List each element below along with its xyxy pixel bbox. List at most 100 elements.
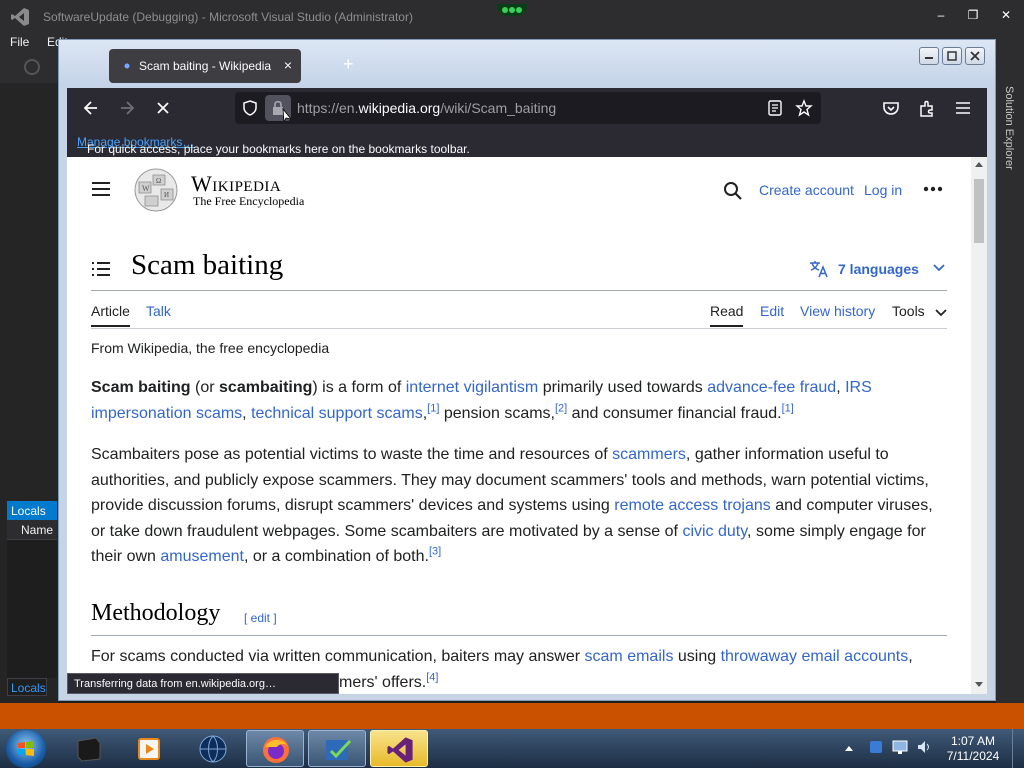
link-technical-support-scams[interactable]: technical support scams (251, 405, 423, 422)
log-in-link[interactable]: Log in (864, 182, 902, 198)
link-throwaway-email-accounts[interactable]: throwaway email accounts (721, 648, 909, 665)
table-of-contents-icon[interactable] (91, 261, 111, 277)
create-account-link[interactable]: Create account (759, 182, 854, 198)
text: mers' offers. (339, 673, 427, 691)
chevron-down-icon[interactable] (933, 263, 945, 273)
wordmark-text: Wikipedia (191, 171, 282, 196)
vs-window-title: SoftwareUpdate (Debugging) - Microsoft V… (43, 10, 413, 24)
firefox-maximize-button[interactable] (942, 47, 962, 65)
wikipedia-tagline: The Free Encyclopedia (193, 194, 305, 208)
link-civic-duty[interactable]: civic duty (682, 523, 747, 540)
tab-read[interactable]: Read (710, 303, 744, 327)
system-clock[interactable]: 1:07 AM 7/11/2024 (940, 734, 1006, 764)
taskbar-app-firefox[interactable] (246, 730, 304, 767)
text: Scambaiters pose as potential victims to… (91, 446, 613, 463)
tracking-protection-icon[interactable] (241, 99, 259, 117)
site-subtitle: From Wikipedia, the free encyclopedia (91, 340, 330, 356)
main-menu-icon[interactable] (91, 181, 111, 197)
menu-file[interactable]: File (10, 35, 29, 49)
vs-maximize-button[interactable]: ❐ (958, 5, 988, 25)
svg-text:И: И (164, 191, 169, 199)
tab-article[interactable]: Article (91, 303, 130, 327)
link-scammers[interactable]: scammers (612, 446, 686, 463)
link-scam-emails[interactable]: scam emails (585, 648, 674, 665)
languages-button[interactable]: 7 languages (838, 261, 919, 277)
pocket-icon[interactable] (881, 98, 901, 118)
link-remote-access-trojans[interactable]: remote access trojans (614, 497, 771, 514)
taskbar-app-terminal[interactable] (60, 730, 118, 767)
tab-talk[interactable]: Talk (146, 303, 171, 319)
back-arrow-icon[interactable] (81, 98, 101, 118)
page-title: Scam baiting (131, 249, 284, 281)
firefox-minimize-button[interactable] (919, 47, 939, 65)
section-divider (91, 635, 947, 636)
tab-view-history[interactable]: View history (800, 303, 875, 319)
firefox-window: Scam baiting - Wikipedia × + https://en.… (58, 39, 996, 701)
stop-loading-icon[interactable] (153, 98, 173, 118)
citation-link[interactable]: [1] (427, 402, 439, 414)
tab-edit[interactable]: Edit (760, 303, 784, 319)
vs-close-button[interactable]: ✕ (991, 5, 1021, 25)
windows-logo-icon (18, 741, 34, 756)
debug-indicator (497, 4, 527, 16)
citation-link[interactable]: [3] (429, 546, 441, 558)
firefox-icon (263, 737, 289, 763)
scroll-down-icon[interactable] (975, 682, 983, 688)
citation-link[interactable]: [1] (782, 402, 794, 414)
solution-explorer-tab[interactable]: Solution Explorer (1001, 86, 1015, 206)
taskbar-app-globe[interactable] (184, 730, 242, 767)
url-bar[interactable]: https://en.wikipedia.org/wiki/Scam_baiti… (235, 92, 821, 124)
bookmark-star-icon[interactable] (795, 99, 813, 117)
link-advance-fee-fraud[interactable]: advance-fee fraud (707, 379, 836, 396)
locals-bottom-tab[interactable]: Locals (7, 678, 47, 696)
tab-close-icon[interactable]: × (280, 57, 296, 73)
network-icon[interactable] (892, 740, 908, 754)
url-text: https://en.wikipedia.org/wiki/Scam_baiti… (297, 100, 556, 116)
page-scrollbar[interactable] (971, 157, 987, 694)
back-navigation-icon[interactable] (24, 59, 40, 75)
taskbar-app-tasks[interactable] (308, 730, 366, 767)
start-button[interactable] (6, 730, 46, 768)
text: primarily used towards (538, 379, 708, 396)
firefox-close-button[interactable] (965, 47, 985, 65)
text: , (242, 404, 252, 422)
citation-link[interactable]: [2] (555, 402, 567, 414)
tools-chevron-icon[interactable] (935, 308, 947, 318)
navigation-toolbar: https://en.wikipedia.org/wiki/Scam_baiti… (67, 88, 987, 128)
tools-menu[interactable]: Tools (892, 303, 925, 319)
new-tab-icon[interactable]: + (343, 55, 359, 73)
menu-icon[interactable] (953, 98, 973, 118)
taskbar-app-visual-studio[interactable] (370, 730, 428, 767)
forward-arrow-icon[interactable] (117, 98, 137, 118)
wikipedia-globe-logo[interactable]: W Ω И (131, 167, 181, 213)
tray-overflow-icon[interactable] (844, 744, 854, 752)
vs-minimize-button[interactable]: – (926, 5, 956, 25)
tray-app-icon[interactable] (868, 739, 884, 755)
reader-view-icon[interactable] (767, 100, 783, 116)
taskbar-app-media[interactable] (120, 730, 178, 767)
link-internet-vigilantism[interactable]: internet vigilantism (406, 379, 539, 396)
volume-icon[interactable] (916, 739, 932, 755)
loading-dot-icon (124, 63, 130, 69)
section-heading-methodology: Methodology (91, 600, 221, 626)
citation-link[interactable]: [4] (426, 671, 438, 683)
scroll-up-icon[interactable] (975, 161, 983, 167)
search-icon[interactable] (723, 181, 743, 201)
section-edit-link[interactable]: [ edit ] (244, 611, 277, 625)
clock-time: 1:07 AM (950, 734, 996, 748)
vs-titlebar: SoftwareUpdate (Debugging) - Microsoft V… (0, 0, 1024, 33)
extensions-icon[interactable] (917, 98, 937, 118)
taskbar: 1:07 AM 7/11/2024 (0, 729, 1024, 768)
scroll-thumb[interactable] (974, 179, 984, 243)
show-desktop-button[interactable] (1012, 729, 1024, 768)
tab-title: Scam baiting - Wikipedia (139, 59, 272, 73)
locals-name-column[interactable]: Name (7, 520, 57, 540)
paragraph-scambaiters: Scambaiters pose as potential victims to… (91, 442, 949, 570)
locals-tab[interactable]: Locals (7, 501, 57, 520)
text: For scams conducted via written communic… (91, 648, 585, 665)
link-amusement[interactable]: amusement (160, 548, 244, 565)
more-options-icon[interactable] (923, 183, 943, 195)
lock-icon[interactable] (265, 95, 291, 121)
language-icon[interactable] (809, 260, 829, 278)
browser-tab[interactable]: Scam baiting - Wikipedia × (109, 49, 301, 83)
